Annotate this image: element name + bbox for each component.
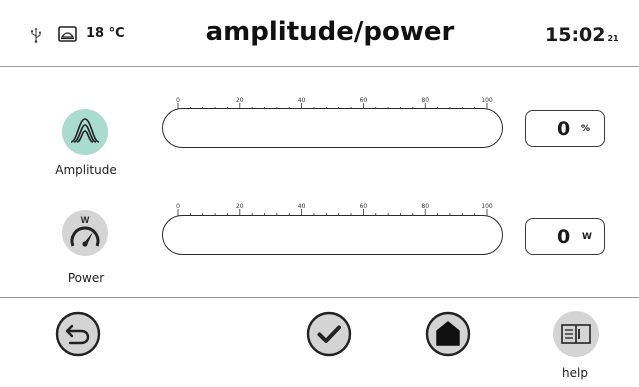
home-icon [425,311,471,357]
usb-icon [30,27,42,43]
scale-tick-label: 0 [176,97,180,104]
power-value: 0 [557,226,571,248]
clock-seconds: 21 [607,34,619,43]
temperature-readout: 18 °C [86,26,125,41]
scale-tick-label: 20 [236,203,244,210]
header-divider [0,66,639,67]
amplitude-label: Amplitude [55,163,117,177]
power-gauge-icon[interactable]: W [62,210,108,256]
power-gauge-icon-label: W [81,215,90,225]
scale-tick-label: 100 [481,203,493,210]
amplitude-value: 0 [557,118,571,140]
book-icon [553,311,599,357]
power-unit: W [582,232,592,242]
power-label: Power [67,271,105,285]
amplitude-unit: % [581,124,591,134]
scale-tick-label: 0 [176,203,180,210]
scale-tick-label: 40 [298,97,306,104]
help-label: help [562,366,588,380]
scale-tick-label: 60 [360,97,368,104]
checkmark-icon [306,311,352,357]
page-title: amplitude/power [205,17,455,47]
back-button[interactable] [55,311,101,357]
scale-tick-label: 100 [481,97,493,104]
clock: 15:02 21 [545,24,619,50]
power-value-box[interactable]: 0 W [525,218,605,255]
scale-tick-label: 40 [298,203,306,210]
thermometer-icon [58,26,77,42]
amplitude-slider[interactable] [162,108,503,148]
power-slider[interactable] [162,215,503,255]
footer-divider [0,297,639,298]
clock-time: 15:02 [545,24,606,46]
amplitude-waveform-icon[interactable] [62,109,108,155]
help-button[interactable] [553,311,599,357]
header-bar: 18 °C amplitude/power 15:02 21 [0,0,639,66]
scale-tick-label: 80 [421,203,429,210]
back-arrow-icon [55,311,101,357]
amplitude-value-box[interactable]: 0 % [525,110,605,147]
scale-tick-label: 20 [236,97,244,104]
home-button[interactable] [425,311,471,357]
scale-tick-label: 60 [360,203,368,210]
scale-tick-label: 80 [421,97,429,104]
confirm-button[interactable] [306,311,352,357]
